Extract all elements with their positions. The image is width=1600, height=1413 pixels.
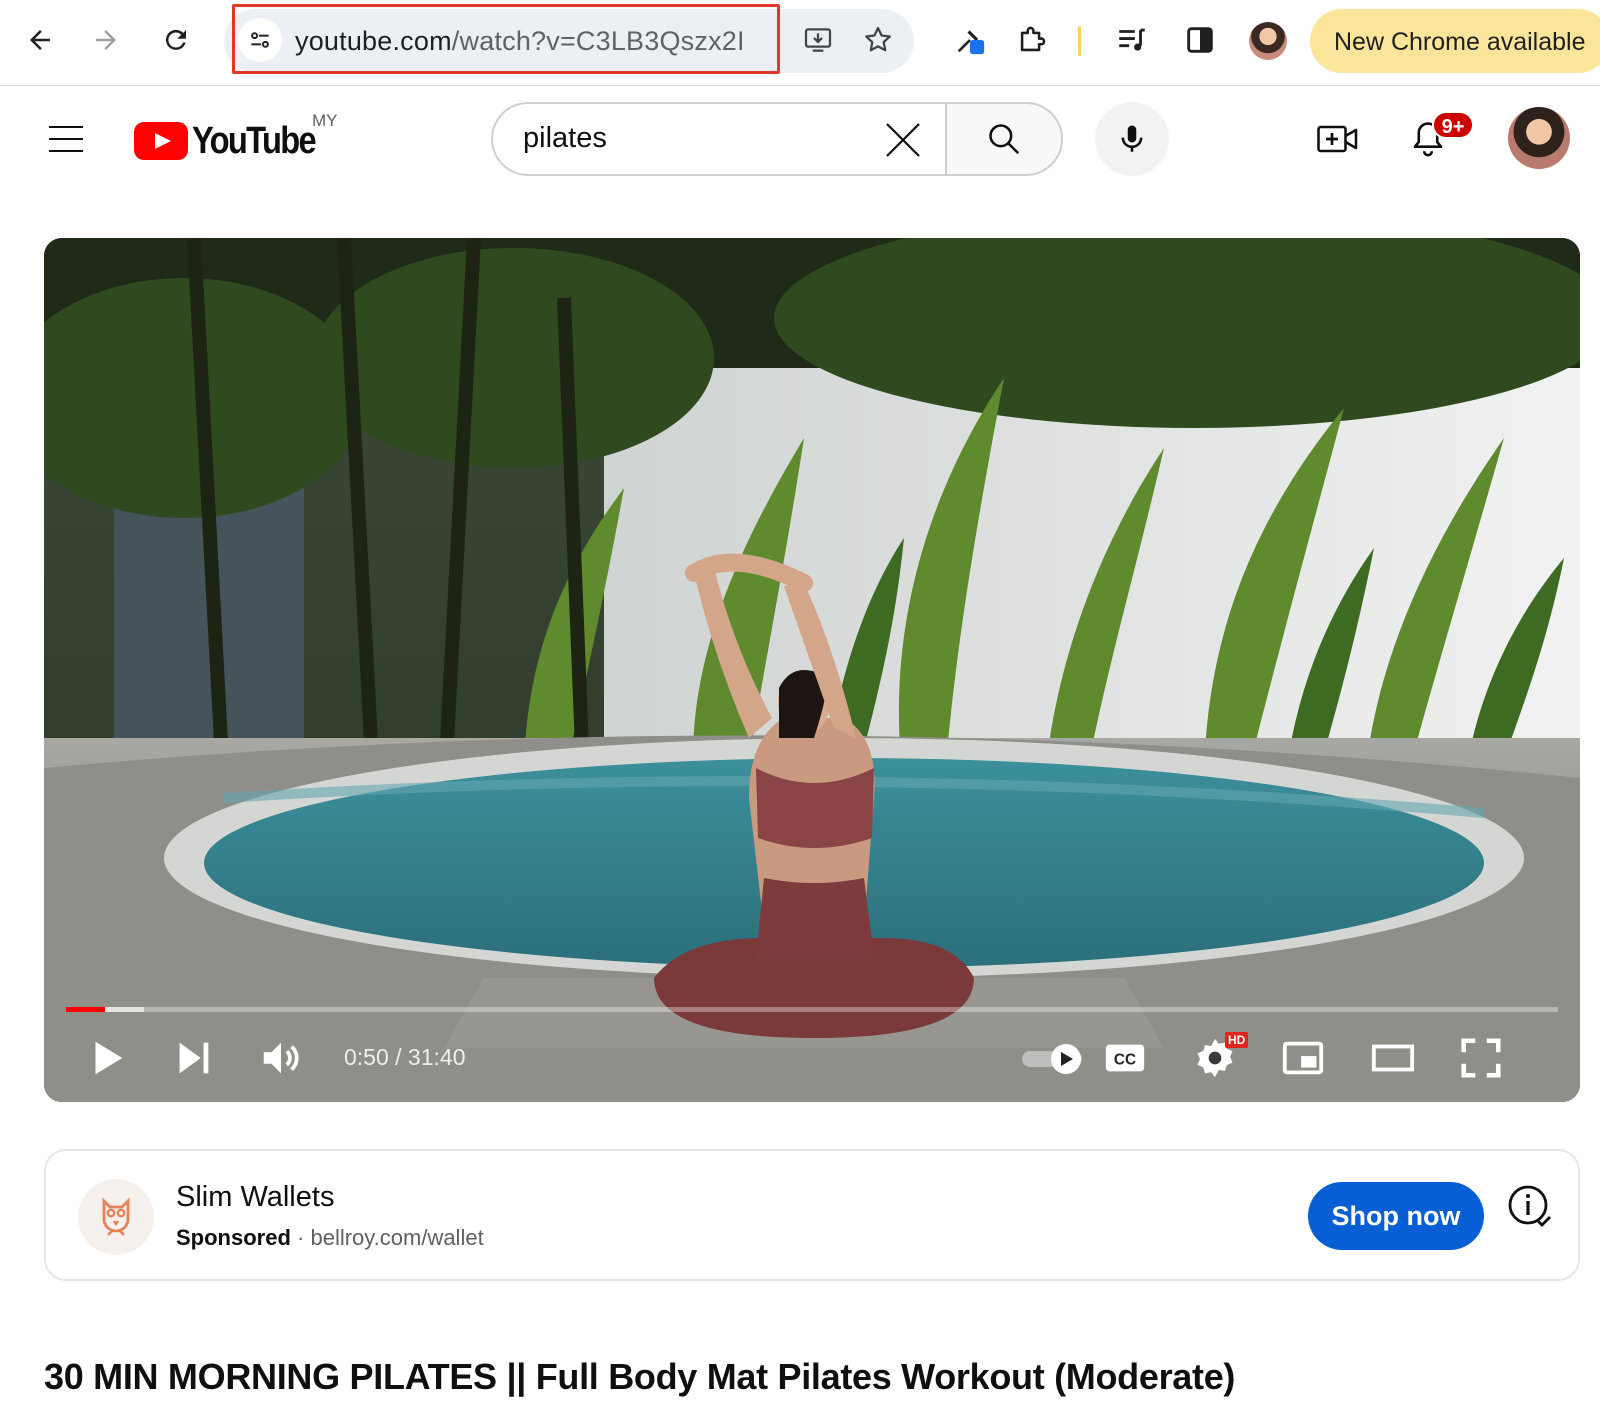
advertiser-logo[interactable]	[78, 1179, 154, 1255]
profile-avatar[interactable]	[1249, 22, 1287, 60]
forward-icon	[96, 30, 116, 50]
country-code: MY	[312, 111, 338, 130]
clear-icon	[886, 123, 920, 157]
url-path: /watch?v=C3LB3Qszx2I	[451, 26, 745, 56]
ad-info-icon	[1508, 1185, 1551, 1227]
theater-mode-button[interactable]	[1370, 1032, 1416, 1084]
captions-button[interactable]: CC	[1102, 1032, 1148, 1084]
url-host: youtube.com	[295, 26, 452, 56]
site-info-button[interactable]	[238, 18, 282, 62]
search-box[interactable]	[491, 102, 945, 176]
extensions-button[interactable]	[1010, 18, 1054, 62]
back-button[interactable]	[14, 14, 66, 66]
youtube-logo[interactable]: YouTube	[134, 119, 335, 162]
volume-icon	[263, 1042, 299, 1074]
cc-label: CC	[1114, 1052, 1136, 1069]
create-button[interactable]	[1312, 113, 1364, 165]
theater-mode-icon	[1371, 1044, 1415, 1072]
notification-count-badge: 9+	[1432, 111, 1474, 139]
ad-title[interactable]: Slim Wallets	[176, 1181, 334, 1214]
search-icon	[989, 124, 1020, 155]
autoplay-toggle[interactable]	[1022, 1044, 1088, 1074]
reload-icon	[165, 29, 186, 50]
side-panel-icon	[1187, 27, 1213, 53]
reading-list-button[interactable]	[1110, 18, 1154, 62]
youtube-masthead: YouTube MY 9+	[0, 87, 1600, 197]
next-icon	[179, 1042, 209, 1074]
reading-list-icon	[1119, 28, 1145, 51]
ad-separator: ·	[290, 1225, 311, 1250]
install-app-icon	[804, 28, 832, 52]
time-display: 0:50 / 31:40	[344, 1044, 466, 1070]
new-chrome-available-button[interactable]: New Chrome available	[1310, 9, 1600, 73]
hd-badge: HD	[1225, 1032, 1249, 1048]
mute-button[interactable]	[258, 1032, 304, 1084]
sponsored-label: Sponsored	[176, 1225, 291, 1250]
browser-toolbar: youtube.com/watch?v=C3LB3Qszx2I New Chro…	[0, 0, 1600, 86]
reload-button[interactable]	[150, 14, 202, 66]
ad-domain[interactable]: bellroy.com/wallet	[310, 1225, 483, 1250]
address-bar-url[interactable]: youtube.com/watch?v=C3LB3Qszx2I	[295, 26, 745, 57]
bookmark-star-icon	[865, 26, 891, 52]
captions-icon: CC	[1105, 1044, 1145, 1072]
youtube-play-logo-icon	[134, 122, 188, 160]
menu-icon	[49, 126, 83, 152]
shop-now-button[interactable]: Shop now	[1308, 1182, 1484, 1250]
owl-logo-icon	[102, 1197, 130, 1236]
play-icon	[95, 1041, 123, 1075]
search-input[interactable]	[523, 122, 863, 155]
sponsored-ad-card[interactable]: Slim Wallets Sponsored · bellroy.com/wal…	[44, 1149, 1580, 1281]
seek-bar[interactable]	[66, 1007, 1558, 1012]
forward-button[interactable]	[80, 14, 132, 66]
miniplayer-icon	[1282, 1041, 1324, 1075]
back-icon	[30, 30, 50, 50]
eyedropper-extension-button[interactable]	[948, 18, 992, 62]
tune-icon	[251, 32, 269, 48]
ad-info-button[interactable]	[1504, 1181, 1556, 1233]
search-button[interactable]	[945, 102, 1063, 176]
toolbar-divider	[1078, 26, 1081, 56]
video-player[interactable]: 0:50 / 31:40 CC HD	[44, 238, 1580, 1102]
side-panel-button[interactable]	[1178, 18, 1222, 62]
ad-meta: Sponsored · bellroy.com/wallet	[176, 1225, 484, 1251]
create-video-icon	[1317, 125, 1358, 153]
search-clear-button[interactable]	[881, 118, 925, 162]
fullscreen-button[interactable]	[1458, 1032, 1504, 1084]
next-button[interactable]	[170, 1032, 216, 1084]
guide-menu-button[interactable]	[40, 113, 92, 165]
miniplayer-button[interactable]	[1280, 1032, 1326, 1084]
bookmark-button[interactable]	[856, 18, 900, 62]
eyedropper-extension-icon	[957, 30, 985, 55]
install-app-button[interactable]	[796, 18, 840, 62]
youtube-wordmark: YouTube	[192, 119, 317, 162]
voice-search-button[interactable]	[1095, 102, 1169, 176]
mic-icon	[1121, 125, 1143, 152]
account-avatar[interactable]	[1508, 107, 1570, 169]
play-button[interactable]	[84, 1032, 130, 1084]
video-frame	[44, 238, 1580, 1102]
played-bar	[66, 1007, 105, 1012]
extensions-puzzle-icon	[1020, 26, 1046, 52]
fullscreen-icon	[1461, 1038, 1501, 1078]
video-title: 30 MIN MORNING PILATES || Full Body Mat …	[44, 1356, 1236, 1397]
